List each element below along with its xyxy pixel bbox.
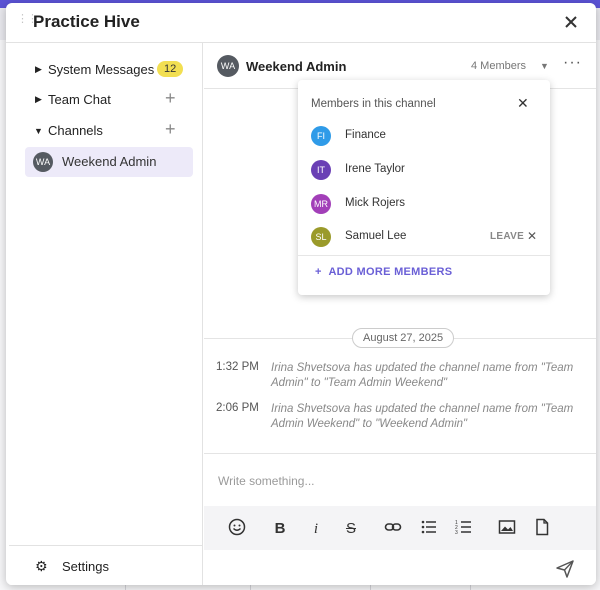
- sidebar-item-label: Team Chat: [48, 92, 111, 107]
- file-icon[interactable]: [531, 518, 553, 540]
- channel-avatar: WA: [217, 55, 239, 77]
- message-time: 1:32 PM: [216, 361, 259, 373]
- image-icon[interactable]: [496, 518, 518, 540]
- caret-right-icon: ▶: [35, 64, 42, 74]
- date-label: August 27, 2025: [352, 328, 455, 348]
- more-options-icon[interactable]: ···: [563, 54, 582, 72]
- add-channel-icon[interactable]: +: [165, 119, 176, 140]
- member-avatar: MR: [311, 194, 331, 214]
- member-name: Samuel Lee: [345, 230, 407, 242]
- caret-down-icon: ▼: [34, 126, 43, 136]
- add-team-chat-icon[interactable]: +: [165, 88, 176, 109]
- leave-channel-button[interactable]: LEAVE: [490, 231, 524, 242]
- sidebar-item-team-chat[interactable]: ▶ Team Chat +: [9, 87, 203, 113]
- close-icon[interactable]: ✕: [517, 95, 529, 112]
- add-more-members-button[interactable]: + ADD MORE MEMBERS: [315, 266, 452, 278]
- send-icon[interactable]: [554, 558, 576, 580]
- message-text: Irina Shvetsova has updated the channel …: [271, 403, 574, 430]
- add-members-label: ADD MORE MEMBERS: [328, 266, 453, 278]
- caret-right-icon: ▶: [35, 94, 42, 104]
- member-item: SL Samuel Lee LEAVE ✕: [298, 223, 550, 253]
- emoji-icon[interactable]: [226, 518, 248, 540]
- member-name: Finance: [345, 129, 386, 141]
- formatting-toolbar: B i S 123: [204, 506, 596, 550]
- svg-text:3: 3: [455, 530, 458, 536]
- strikethrough-icon[interactable]: S: [340, 518, 362, 540]
- numbered-list-icon[interactable]: 123: [453, 518, 475, 540]
- drag-handle-icon[interactable]: ⋮⋮: [17, 14, 38, 28]
- member-item: FI Finance: [298, 122, 550, 152]
- plus-icon: +: [315, 266, 329, 278]
- member-avatar: IT: [311, 160, 331, 180]
- gear-icon: ⚙: [35, 558, 48, 574]
- app-title: Practice Hive: [33, 12, 140, 31]
- close-icon[interactable]: ✕: [527, 229, 537, 243]
- channel-label: Weekend Admin: [62, 154, 157, 169]
- settings-label: Settings: [62, 559, 109, 574]
- sidebar-item-channels[interactable]: ▼ Channels +: [9, 118, 203, 144]
- message-time: 2:06 PM: [216, 402, 259, 414]
- members-popover: Members in this channel ✕ FI Finance IT …: [298, 80, 550, 295]
- members-dropdown-button[interactable]: 4 Members: [471, 60, 526, 72]
- bold-icon[interactable]: B: [269, 518, 291, 540]
- sidebar-item-label: Channels: [48, 123, 103, 138]
- members-popover-title: Members in this channel: [311, 98, 436, 110]
- window-titlebar: ⋮⋮ Practice Hive: [6, 3, 596, 43]
- member-avatar: SL: [311, 227, 331, 247]
- chevron-down-icon[interactable]: ▼: [540, 61, 549, 71]
- sidebar-item-label: System Messages: [48, 62, 155, 77]
- member-item: IT Irene Taylor: [298, 156, 550, 186]
- close-window-button[interactable]: [560, 11, 582, 33]
- sidebar: ▶ System Messages 12 ▶ Team Chat + ▼ Cha…: [9, 43, 203, 585]
- settings-button[interactable]: ⚙ Settings: [9, 545, 203, 585]
- close-icon: [565, 16, 577, 28]
- divider: [298, 255, 550, 256]
- channel-avatar: WA: [33, 152, 53, 172]
- sidebar-channel-weekend-admin[interactable]: WA Weekend Admin: [25, 147, 193, 177]
- sidebar-item-system-messages[interactable]: ▶ System Messages 12: [9, 57, 203, 83]
- link-icon[interactable]: [382, 518, 404, 540]
- bullet-list-icon[interactable]: [418, 518, 440, 540]
- message-input[interactable]: [218, 470, 578, 492]
- member-item: MR Mick Rojers: [298, 190, 550, 220]
- italic-icon[interactable]: i: [305, 518, 327, 540]
- message-text: Irina Shvetsova has updated the channel …: [271, 362, 574, 389]
- message-composer: B i S 123: [204, 453, 596, 585]
- channel-title: Weekend Admin: [246, 59, 347, 74]
- member-name: Mick Rojers: [345, 197, 406, 209]
- unread-count-badge: 12: [157, 61, 184, 77]
- member-avatar: FI: [311, 126, 331, 146]
- member-name: Irene Taylor: [345, 163, 405, 175]
